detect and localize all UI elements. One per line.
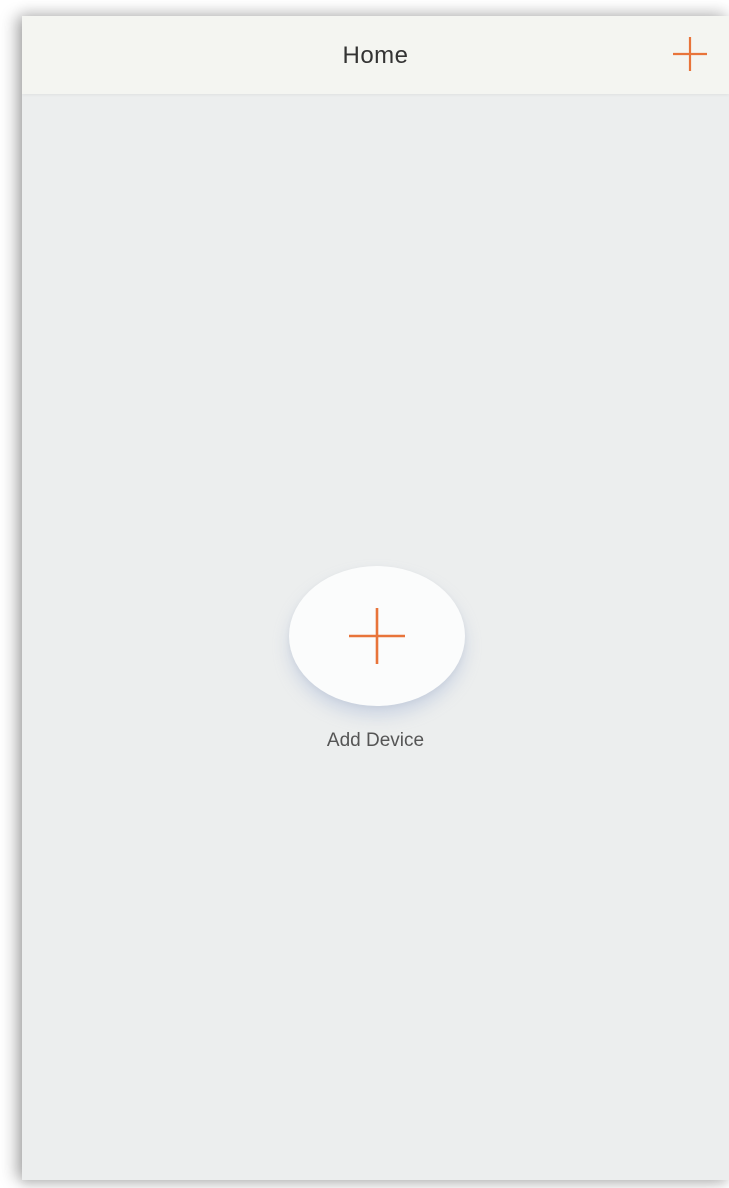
add-device-button[interactable] bbox=[289, 566, 465, 706]
plus-icon bbox=[673, 37, 707, 71]
app-screen: Home Add Device bbox=[22, 16, 729, 1180]
page-title: Home bbox=[342, 42, 409, 69]
top-bar: Home bbox=[22, 16, 729, 94]
header-add-button[interactable] bbox=[670, 34, 710, 74]
add-device-section: Add Device bbox=[22, 566, 729, 766]
plus-icon bbox=[349, 608, 405, 664]
add-device-label[interactable]: Add Device bbox=[22, 730, 729, 752]
app-frame: Home Add Device bbox=[0, 0, 729, 1188]
